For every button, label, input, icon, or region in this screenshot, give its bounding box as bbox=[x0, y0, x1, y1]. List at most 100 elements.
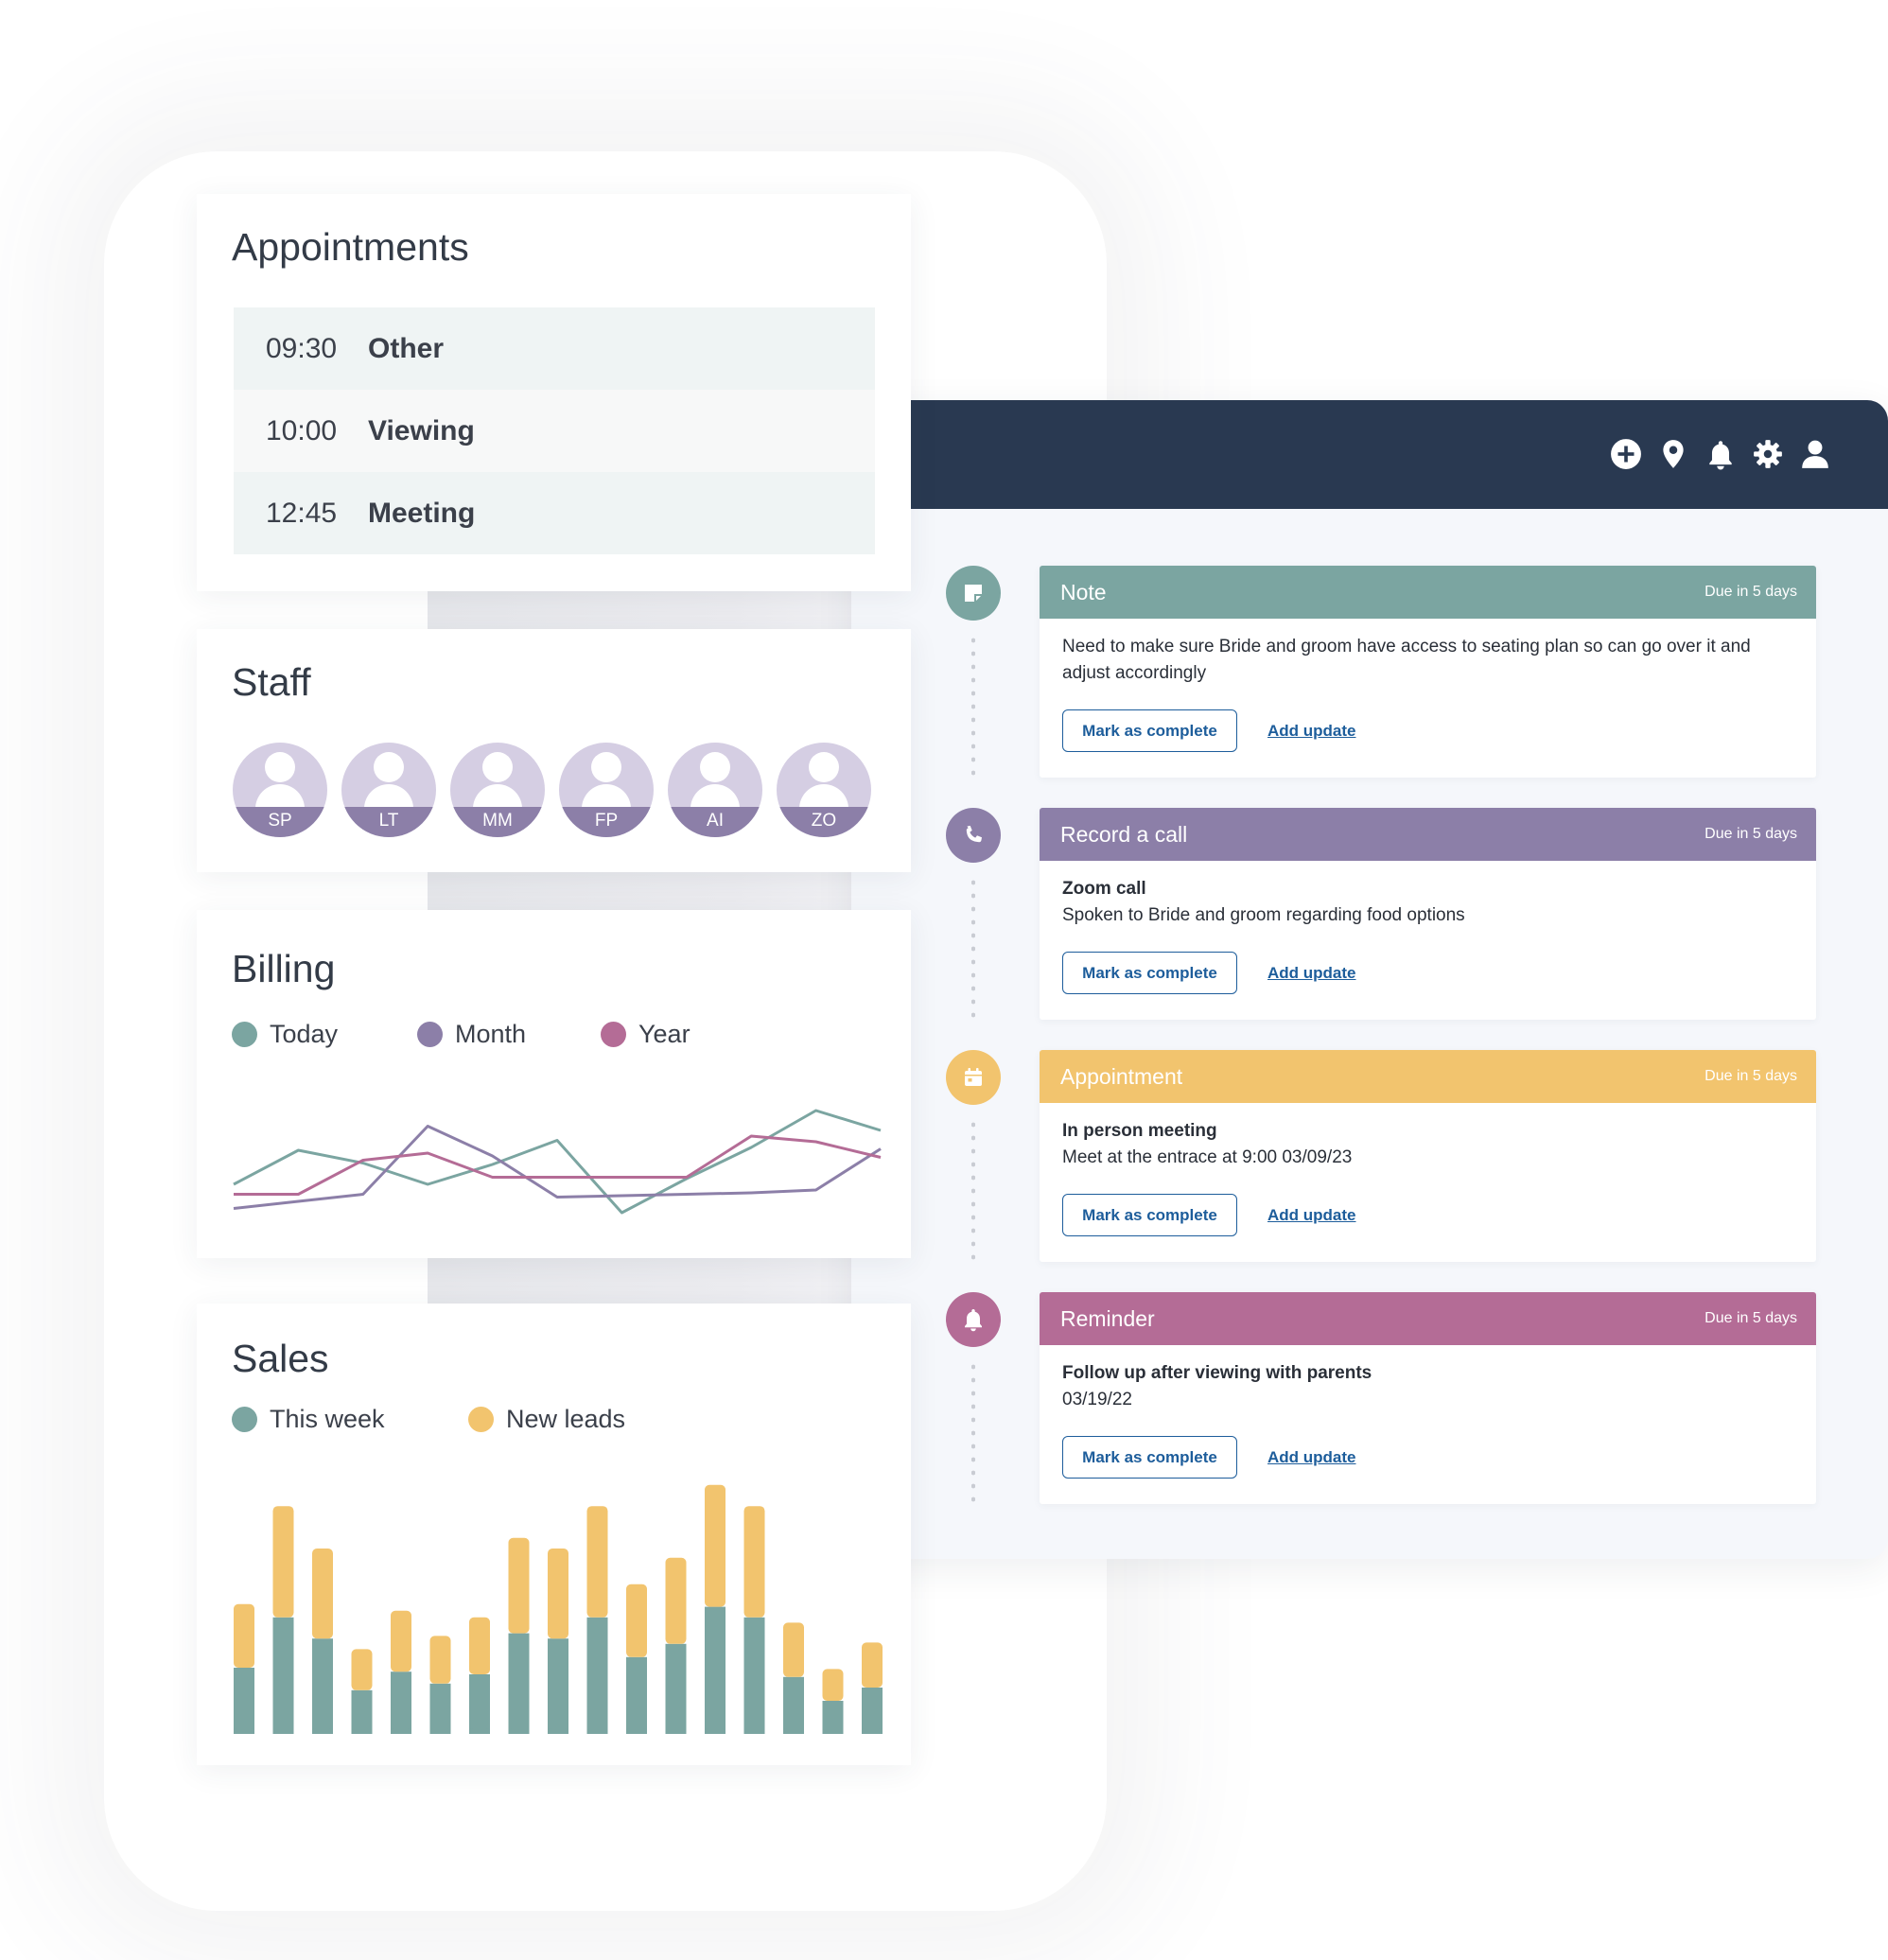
timeline-item-appointment: Appointment Due in 5 days In person meet… bbox=[946, 1050, 1854, 1292]
legend-swatch bbox=[417, 1022, 443, 1047]
avatar[interactable]: LT bbox=[341, 743, 436, 837]
sales-panel: Sales This week New leads bbox=[197, 1304, 911, 1765]
panel-title: Staff bbox=[232, 660, 311, 704]
list-item[interactable]: 09:30 Other bbox=[234, 307, 875, 390]
list-item[interactable]: 10:00 Viewing bbox=[234, 390, 875, 472]
avatar[interactable]: AI bbox=[668, 743, 762, 837]
bar-new-leads bbox=[391, 1610, 411, 1672]
bar-base-cap bbox=[783, 1728, 804, 1734]
add-update-link[interactable]: Add update bbox=[1267, 722, 1356, 741]
avatar-initials: LT bbox=[341, 807, 436, 837]
bar-base-cap bbox=[272, 1728, 294, 1734]
user-icon[interactable] bbox=[1799, 436, 1831, 472]
appointment-type: Other bbox=[368, 332, 445, 364]
bar-this-week bbox=[429, 1683, 451, 1734]
bar-this-week bbox=[548, 1638, 568, 1734]
bar-this-week bbox=[783, 1676, 804, 1734]
avatar-initials: SP bbox=[233, 807, 327, 837]
location-pin-icon[interactable] bbox=[1657, 436, 1689, 472]
bar-new-leads bbox=[272, 1506, 294, 1618]
card-header: Note Due in 5 days bbox=[1040, 566, 1816, 619]
bar-new-leads bbox=[234, 1603, 254, 1668]
appointment-type: Meeting bbox=[368, 497, 476, 529]
sales-bar-chart bbox=[234, 1484, 883, 1734]
timeline-connector bbox=[971, 634, 975, 776]
bar-base-cap bbox=[586, 1728, 608, 1734]
card-title: Note bbox=[1060, 579, 1107, 604]
bar-base-cap bbox=[508, 1728, 530, 1734]
legend-swatch bbox=[232, 1022, 257, 1047]
card-title: Record a call bbox=[1060, 821, 1188, 847]
user-head-icon bbox=[482, 752, 513, 782]
legend-label: Today bbox=[270, 1020, 339, 1048]
note-icon bbox=[946, 566, 1001, 621]
mark-complete-button[interactable]: Mark as complete bbox=[1062, 1194, 1237, 1236]
bell-icon[interactable] bbox=[1704, 436, 1737, 472]
billing-panel: Billing Today Month Year bbox=[197, 910, 911, 1258]
user-head-icon bbox=[374, 752, 404, 782]
app-header bbox=[851, 400, 1888, 509]
mark-complete-button[interactable]: Mark as complete bbox=[1062, 1436, 1237, 1479]
card-body: Zoom call Spoken to Bride and groom rega… bbox=[1040, 861, 1816, 929]
appointment-type: Viewing bbox=[368, 414, 475, 446]
add-update-link[interactable]: Add update bbox=[1267, 964, 1356, 983]
timeline-connector bbox=[971, 876, 975, 1018]
bar-this-week bbox=[665, 1643, 687, 1734]
card-body: Follow up after viewing with parents 03/… bbox=[1040, 1345, 1816, 1413]
reminder-card: Reminder Due in 5 days Follow up after v… bbox=[1040, 1292, 1816, 1504]
bar-base-cap bbox=[862, 1728, 883, 1734]
avatar[interactable]: FP bbox=[559, 743, 654, 837]
user-head-icon bbox=[700, 752, 730, 782]
activity-panel: Note Due in 5 days Need to make sure Bri… bbox=[851, 400, 1888, 1559]
header-toolbar bbox=[1610, 436, 1831, 472]
bar-new-leads bbox=[743, 1506, 765, 1618]
mark-complete-button[interactable]: Mark as complete bbox=[1062, 952, 1237, 994]
avatar-initials: ZO bbox=[777, 807, 871, 837]
card-text: Meet at the entrace at 9:00 03/09/23 bbox=[1062, 1147, 1353, 1167]
mark-complete-button[interactable]: Mark as complete bbox=[1062, 709, 1237, 752]
card-actions: Mark as complete Add update bbox=[1062, 1194, 1356, 1236]
bar-new-leads bbox=[508, 1537, 530, 1634]
appointments-panel: Appointments 09:30 Other 10:00 Viewing 1… bbox=[197, 194, 911, 591]
bar-new-leads bbox=[783, 1622, 804, 1677]
bar-this-week bbox=[234, 1668, 254, 1734]
avatar[interactable]: SP bbox=[233, 743, 327, 837]
bar-this-week bbox=[705, 1606, 725, 1734]
card-actions: Mark as complete Add update bbox=[1062, 709, 1356, 752]
phone-icon bbox=[946, 808, 1001, 863]
add-update-link[interactable]: Add update bbox=[1267, 1206, 1356, 1225]
series-line-year bbox=[234, 1134, 882, 1196]
bar-this-week bbox=[351, 1689, 373, 1734]
card-body: Need to make sure Bride and groom have a… bbox=[1040, 619, 1816, 687]
due-label: Due in 5 days bbox=[1704, 1310, 1797, 1326]
panel-title: Billing bbox=[232, 947, 336, 990]
timeline-item-note: Note Due in 5 days Need to make sure Bri… bbox=[946, 566, 1854, 808]
due-label: Due in 5 days bbox=[1704, 584, 1797, 600]
bar-this-week bbox=[743, 1617, 765, 1734]
appointment-card: Appointment Due in 5 days In person meet… bbox=[1040, 1050, 1816, 1262]
panel-title: Sales bbox=[232, 1337, 329, 1380]
gear-icon[interactable] bbox=[1752, 436, 1784, 472]
legend-swatch bbox=[601, 1022, 626, 1047]
add-circle-icon[interactable] bbox=[1610, 436, 1642, 472]
legend-label: This week bbox=[270, 1405, 385, 1433]
legend-item-month: Month bbox=[417, 1020, 526, 1049]
note-card: Note Due in 5 days Need to make sure Bri… bbox=[1040, 566, 1816, 778]
list-item[interactable]: 12:45 Meeting bbox=[234, 472, 875, 554]
bar-new-leads bbox=[822, 1669, 844, 1701]
staff-avatars: SP LT MM FP AI ZO bbox=[233, 743, 871, 837]
bar-this-week bbox=[586, 1617, 608, 1734]
timeline-connector bbox=[971, 1118, 975, 1260]
card-actions: Mark as complete Add update bbox=[1062, 1436, 1356, 1479]
bar-new-leads bbox=[586, 1506, 608, 1618]
bar-new-leads bbox=[665, 1557, 687, 1644]
avatar[interactable]: MM bbox=[450, 743, 545, 837]
avatar[interactable]: ZO bbox=[777, 743, 871, 837]
due-label: Due in 5 days bbox=[1704, 826, 1797, 842]
add-update-link[interactable]: Add update bbox=[1267, 1448, 1356, 1467]
card-subtitle: Zoom call bbox=[1062, 879, 1146, 899]
card-body: In person meeting Meet at the entrace at… bbox=[1040, 1103, 1816, 1171]
billing-line-chart bbox=[233, 1109, 882, 1215]
avatar-initials: FP bbox=[559, 807, 654, 837]
avatar-initials: AI bbox=[668, 807, 762, 837]
